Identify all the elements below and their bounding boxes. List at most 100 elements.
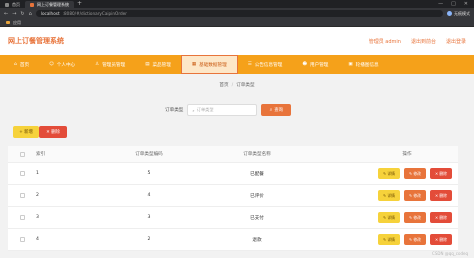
cell-index: 4 — [36, 237, 39, 242]
add-button[interactable]: + 新增 — [13, 126, 39, 138]
forward-icon[interactable]: → — [12, 11, 16, 17]
delete-button[interactable]: ✕ 删除 — [430, 168, 452, 179]
bulk-delete-button[interactable]: ✕ 删除 — [39, 126, 67, 138]
edit-button[interactable]: ✎ 修改 — [404, 212, 426, 223]
edit-button[interactable]: ✎ 修改 — [404, 168, 426, 179]
breadcrumb-current: 订单类型 — [236, 83, 255, 88]
edit-button[interactable]: ✎ 修改 — [404, 190, 426, 201]
nav-item-dishes[interactable]: ▤ 菜品管理 — [135, 55, 181, 74]
search-row: 订单类型 ⌕ 订单类型 ⌕ 查询 — [165, 104, 292, 116]
close-icon[interactable]: ✕ — [464, 1, 468, 7]
nav-item-label: 管理员管理 — [102, 62, 126, 68]
row-actions: ✎ 详情 ✎ 修改 ✕ 删除 — [356, 168, 458, 179]
breadcrumb-home[interactable]: 首页 — [219, 83, 228, 88]
watermark: CSDN @qq_codeq — [432, 251, 468, 256]
users-icon: ☻ — [302, 62, 308, 67]
user-icon: ☺ — [49, 62, 54, 67]
new-tab-button[interactable]: + — [77, 0, 82, 7]
cell-code: 4 — [147, 193, 151, 198]
detail-button[interactable]: ✎ 详情 — [378, 212, 400, 223]
cell-name: 退款 — [252, 237, 262, 243]
action-row: + 新增 ✕ 删除 — [13, 126, 67, 138]
table-header: 索引 订单类型编码 订单类型名称 操作 — [8, 146, 458, 163]
nav-item-base-data[interactable]: ▦ 基础数据管理 — [180, 55, 238, 74]
nav-item-admins[interactable]: ♙ 管理员管理 — [85, 55, 135, 74]
incognito-icon — [447, 11, 452, 16]
favicon-icon — [30, 2, 34, 7]
admin-user-link[interactable]: 管理员 admin — [369, 38, 401, 45]
edit-button[interactable]: ✎ 修改 — [404, 234, 426, 245]
logout-link[interactable]: 退出登录 — [446, 38, 466, 45]
search-button-label: 查询 — [274, 108, 284, 113]
bookmark-apps[interactable]: 应用 — [13, 20, 21, 26]
reload-icon[interactable]: ↻ — [20, 11, 24, 17]
detail-button[interactable]: ✎ 详情 — [378, 190, 400, 201]
row-checkbox[interactable] — [20, 215, 25, 220]
bookmarks-bar: 应用 — [0, 19, 474, 27]
browser-tab-active[interactable]: 网上订餐管理系统 — [25, 1, 74, 8]
nav-item-label: 菜品管理 — [152, 62, 171, 68]
cell-name: 已支付 — [250, 215, 264, 221]
breadcrumb: 首页 / 订单类型 — [0, 82, 474, 88]
breadcrumb-separator: / — [231, 83, 234, 88]
detail-button[interactable]: ✎ 详情 — [378, 168, 400, 179]
search-button[interactable]: ⌕ 查询 — [261, 104, 292, 116]
nav-item-label: 公告信息管理 — [254, 62, 283, 68]
detail-button[interactable]: ✎ 详情 — [378, 234, 400, 245]
url-input[interactable]: localhost:8080/#/dictionaryCaipinOrder — [35, 10, 443, 17]
row-actions: ✎ 详情 ✎ 修改 ✕ 删除 — [356, 212, 458, 223]
main-nav: ⌂ 首页 ☺ 个人中心 ♙ 管理员管理 ▤ 菜品管理 ▦ 基础数据管理 ☰ 公告… — [0, 55, 474, 74]
nav-item-label: 基础数据管理 — [199, 62, 227, 68]
browser-tab-bar: 首页 网上订餐管理系统 + — □ ✕ — [0, 0, 474, 8]
apps-icon — [6, 21, 10, 24]
table-row: 4 2 退款 ✎ 详情 ✎ 修改 ✕ 删除 — [8, 229, 458, 251]
window-controls: — □ ✕ — [438, 1, 474, 7]
url-path: :8080/#/dictionaryCaipinOrder — [62, 11, 127, 16]
maximize-icon[interactable]: □ — [451, 1, 456, 7]
nav-item-users[interactable]: ☻ 用户管理 — [292, 55, 338, 74]
browser-tab-label: 网上订餐管理系统 — [37, 1, 69, 7]
url-host: localhost — [40, 11, 60, 16]
front-page-link[interactable]: 退出到前台 — [411, 38, 436, 45]
minimize-icon[interactable]: — — [438, 1, 443, 7]
nav-item-label: 用户管理 — [310, 62, 329, 68]
home-browser-icon[interactable]: ⌂ — [29, 11, 32, 17]
order-type-search-input[interactable]: ⌕ 订单类型 — [187, 104, 258, 116]
browser-tab[interactable]: 首页 — [0, 1, 25, 8]
row-checkbox[interactable] — [20, 193, 25, 198]
row-checkbox[interactable] — [20, 237, 25, 242]
cell-code: 2 — [147, 237, 151, 242]
row-checkbox[interactable] — [20, 171, 25, 176]
favicon-icon — [5, 2, 9, 7]
row-actions: ✎ 详情 ✎ 修改 ✕ 删除 — [356, 234, 458, 245]
app-header: 网上订餐管理系统 管理员 admin 退出到前台 退出登录 — [0, 27, 474, 55]
column-header-name[interactable]: 订单类型名称 — [202, 151, 312, 157]
column-header-actions: 操作 — [402, 152, 412, 157]
profile-button[interactable]: 无痕模式 — [447, 11, 470, 17]
cell-index: 1 — [36, 171, 39, 176]
image-icon: ▣ — [348, 62, 353, 67]
search-icon: ⌕ — [269, 108, 273, 113]
delete-button[interactable]: ✕ 删除 — [430, 190, 452, 201]
nav-item-profile[interactable]: ☺ 个人中心 — [39, 55, 85, 74]
column-header-code[interactable]: 订单类型编码 — [96, 151, 202, 157]
search-placeholder: 订单类型 — [196, 107, 214, 112]
nav-item-carousel[interactable]: ▣ 轮播图信息 — [338, 55, 388, 74]
search-label: 订单类型 — [165, 108, 184, 113]
delete-button[interactable]: ✕ 删除 — [430, 212, 452, 223]
profile-label: 无痕模式 — [454, 10, 470, 16]
nav-item-notices[interactable]: ☰ 公告信息管理 — [238, 55, 293, 74]
cell-code: 5 — [147, 171, 151, 176]
select-all-checkbox[interactable] — [20, 151, 25, 157]
header-links: 管理员 admin 退出到前台 退出登录 — [369, 38, 466, 45]
order-type-table: 索引 订单类型编码 订单类型名称 操作 1 5 已配餐 ✎ 详情 ✎ 修改 ✕ … — [8, 146, 458, 251]
table-row: 1 5 已配餐 ✎ 详情 ✎ 修改 ✕ 删除 — [8, 163, 458, 185]
delete-button[interactable]: ✕ 删除 — [430, 234, 452, 245]
row-actions: ✎ 详情 ✎ 修改 ✕ 删除 — [356, 190, 458, 201]
back-icon[interactable]: ← — [4, 11, 8, 17]
address-bar: ← → ↻ ⌂ localhost:8080/#/dictionaryCaipi… — [0, 8, 474, 19]
browser-tab-label: 首页 — [12, 1, 20, 7]
column-header-index[interactable]: 索引 — [32, 151, 96, 157]
cell-code: 3 — [147, 215, 151, 220]
nav-item-home[interactable]: ⌂ 首页 — [4, 55, 39, 74]
